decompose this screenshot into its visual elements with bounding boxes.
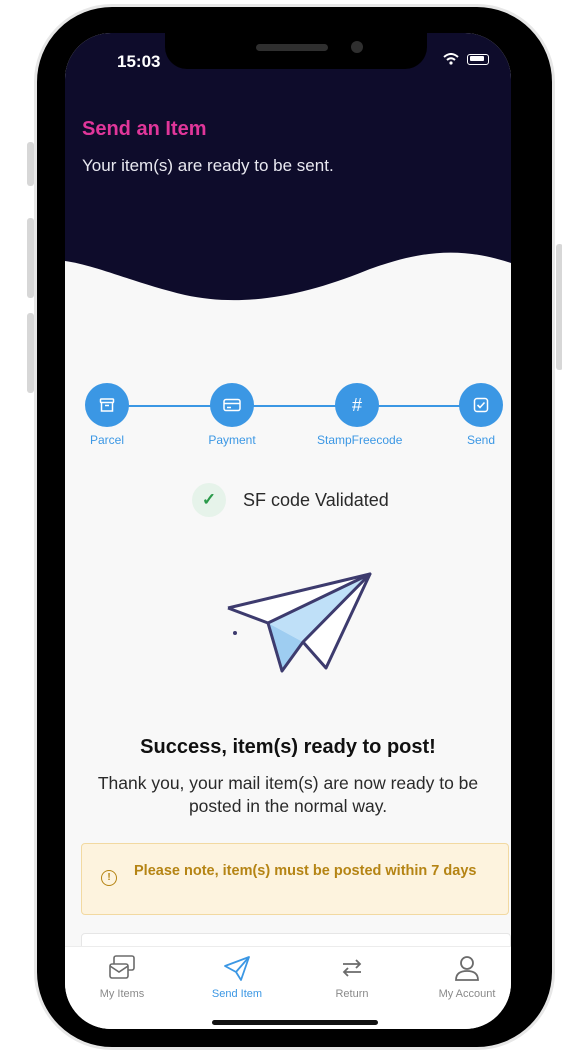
page-title: Send an Item (82, 118, 207, 140)
tab-return[interactable]: Return (302, 953, 402, 1000)
tab-label: My Items (99, 988, 145, 1000)
tab-label: Send Item (211, 988, 263, 1000)
paper-plane-icon (224, 956, 250, 981)
tab-send-item[interactable]: Send Item (187, 953, 287, 1000)
step-label: Payment (208, 433, 256, 447)
notice-text: Please note, item(s) must be posted with… (134, 863, 477, 879)
info-icon: ! (101, 870, 117, 886)
step-parcel[interactable]: Parcel (67, 383, 147, 447)
wifi-icon (443, 53, 459, 65)
success-message: Thank you, your mail item(s) are now rea… (97, 773, 479, 816)
step-send[interactable]: Send (441, 383, 511, 447)
app-screen: 15:03 Send an Item Your item(s) are read… (65, 33, 511, 1029)
header-banner: 15:03 Send an Item Your item(s) are read… (65, 33, 511, 305)
progress-stepper: Parcel Payment # StampFreecode Send (65, 383, 511, 463)
validation-text: SF code Validated (243, 489, 389, 510)
stepper-line (107, 405, 482, 407)
mute-switch (27, 142, 34, 186)
step-label: Send (466, 433, 496, 447)
card-icon (210, 383, 254, 427)
front-camera (351, 41, 363, 53)
step-label: Parcel (89, 433, 124, 447)
tab-label: Return (335, 988, 369, 1000)
return-arrows-icon (342, 959, 362, 977)
archive-icon (85, 383, 129, 427)
validation-status: ✓ SF code Validated (192, 483, 389, 517)
status-icons (443, 53, 489, 65)
tab-my-items[interactable]: My Items (72, 953, 172, 1000)
speaker-grille (256, 44, 328, 51)
volume-down-button (27, 313, 34, 393)
power-button (556, 244, 562, 370)
mail-stack-icon (109, 955, 135, 979)
checkmark-icon: ✓ (192, 483, 226, 517)
success-title: Success, item(s) ready to post! (140, 736, 436, 758)
status-time: 15:03 (117, 52, 161, 71)
check-square-icon (459, 383, 503, 427)
posting-notice: ! Please note, item(s) must be posted wi… (81, 843, 509, 915)
user-icon (455, 956, 479, 981)
volume-up-button (27, 218, 34, 298)
device-notch (165, 33, 427, 69)
step-payment[interactable]: Payment (192, 383, 272, 447)
battery-icon (467, 53, 489, 65)
step-stampfreecode[interactable]: # StampFreecode (317, 383, 403, 447)
page-subtitle: Your item(s) are ready to be sent. (82, 156, 334, 175)
tab-my-account[interactable]: My Account (417, 953, 511, 1000)
bottom-tab-bar: My Items Send Item Return My Account (65, 946, 511, 1029)
home-indicator[interactable] (212, 1020, 378, 1025)
hash-icon: # (335, 383, 379, 427)
tab-label: My Account (438, 988, 496, 1000)
paper-plane-illustration (227, 572, 372, 673)
step-label: StampFreecode (317, 433, 403, 447)
